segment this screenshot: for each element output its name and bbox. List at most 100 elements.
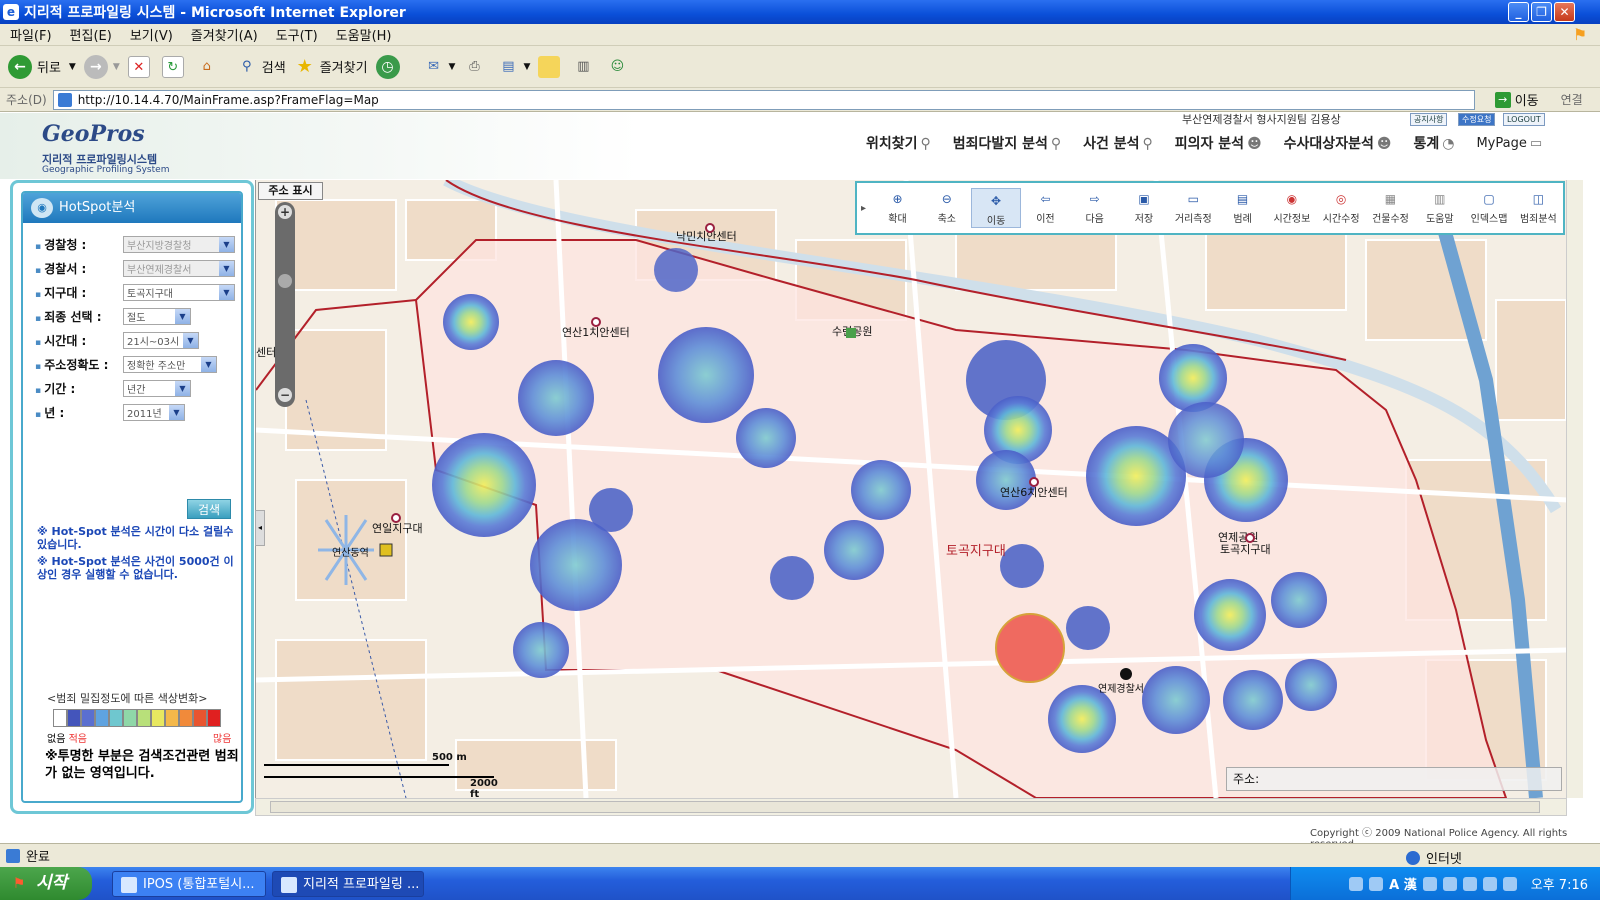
- menu-edit[interactable]: 편집(E): [70, 25, 112, 44]
- book-icon: ▥: [577, 58, 590, 74]
- zoom-slider[interactable]: + −: [275, 202, 295, 407]
- zoom-handle[interactable]: [278, 274, 292, 288]
- logout-button[interactable]: LOGOUT: [1503, 113, 1545, 126]
- zoom-in-icon[interactable]: +: [278, 205, 292, 219]
- forward-button[interactable]: → ▼: [83, 54, 120, 79]
- tool-index-map[interactable]: ▢ 인덱스맵: [1464, 191, 1513, 225]
- close-button[interactable]: ✕: [1554, 2, 1575, 22]
- chart-icon: ◔: [1442, 136, 1455, 152]
- minimize-button[interactable]: _: [1508, 2, 1529, 22]
- period-select[interactable]: 년간 ▼: [123, 379, 191, 397]
- notice-button[interactable]: 공지사항: [1410, 113, 1448, 126]
- discuss-button[interactable]: [538, 55, 564, 78]
- nav-statistics[interactable]: 통계 ◔: [1413, 133, 1454, 153]
- research-button[interactable]: ▥: [572, 56, 598, 78]
- task-ipos[interactable]: IPOS (통합포털시...: [112, 871, 266, 897]
- history-button[interactable]: ◷: [375, 54, 405, 79]
- district-select[interactable]: 토곡지구대 ▼: [123, 283, 235, 301]
- tool-previous[interactable]: ⇦ 이전: [1021, 191, 1070, 225]
- crime-type-select[interactable]: 절도 ▼: [123, 307, 191, 325]
- legend-swatch: [67, 709, 81, 727]
- ime-indicator[interactable]: A 漢: [1389, 874, 1417, 893]
- note-icon: [538, 55, 561, 78]
- tool-help[interactable]: ▥ 도움말: [1415, 191, 1464, 225]
- tool-building-edit[interactable]: ▦ 건물수정: [1366, 191, 1415, 225]
- print-button[interactable]: ⎙: [463, 56, 489, 78]
- nav-case-analysis[interactable]: 사건 분석 ⚲: [1083, 133, 1153, 153]
- menu-favorites[interactable]: 즐겨찾기(A): [191, 25, 258, 44]
- tray-icon[interactable]: [1462, 876, 1477, 891]
- window-titlebar: e 지리적 프로파일링 시스템 - Microsoft Internet Exp…: [0, 0, 1600, 24]
- task-geopros[interactable]: 지리적 프로파일링 ...: [272, 871, 424, 897]
- tray-icon[interactable]: [1369, 876, 1384, 891]
- police-agency-select[interactable]: 부산지방경찰청 ▼: [123, 235, 235, 253]
- horizontal-scrollbar[interactable]: [255, 798, 1567, 816]
- app-logo[interactable]: GeoPros: [42, 121, 145, 147]
- search-button[interactable]: 검색: [187, 499, 231, 519]
- tool-next[interactable]: ⇨ 다음: [1070, 191, 1119, 225]
- restore-button[interactable]: ❐: [1531, 2, 1552, 22]
- crime-analysis-icon: ◫: [1532, 192, 1545, 206]
- tool-zoom-out[interactable]: ⊖ 축소: [922, 191, 971, 225]
- note-limit: ※ Hot-Spot 분석은 사건이 5000건 이상인 경우 실행할 수 없습…: [37, 555, 234, 581]
- chevron-down-icon: ▼: [175, 380, 190, 396]
- tray-icon[interactable]: [1349, 876, 1364, 891]
- favorites-button[interactable]: ★ 즐겨찾기: [294, 56, 368, 78]
- menubar: 파일(F) 편집(E) 보기(V) 즐겨찾기(A) 도구(T) 도움말(H): [0, 24, 1600, 46]
- tray-icon[interactable]: [1422, 876, 1437, 891]
- nav-mypage[interactable]: MyPage ▭: [1476, 136, 1542, 151]
- start-button[interactable]: ⚑ 시작: [0, 867, 92, 900]
- nav-suspect-analysis[interactable]: 피의자 분석 ☻: [1175, 133, 1262, 153]
- search-button[interactable]: ⚲ 검색: [236, 56, 286, 78]
- home-button[interactable]: ⌂: [196, 56, 222, 78]
- nav-target-analysis[interactable]: 수사대상자분석 ☻: [1284, 133, 1392, 153]
- tool-time-info[interactable]: ◉ 시간정보: [1267, 191, 1316, 225]
- nav-location-search[interactable]: 위치찾기 ⚲: [866, 133, 931, 153]
- links-label[interactable]: 연결: [1561, 91, 1583, 108]
- forward-arrow-icon: →: [83, 54, 108, 79]
- messenger-button[interactable]: ☺: [606, 56, 632, 78]
- stop-button[interactable]: ✕: [127, 55, 154, 78]
- scroll-thumb[interactable]: [270, 801, 1540, 813]
- mail-button[interactable]: ✉ ▼: [423, 56, 455, 78]
- tool-measure[interactable]: ▭ 거리측정: [1169, 191, 1218, 225]
- edit-request-button[interactable]: 수정요청: [1458, 113, 1496, 126]
- refresh-button[interactable]: ↻: [161, 55, 188, 78]
- system-tray: A 漢 오후 7:16: [1290, 867, 1600, 900]
- tray-icon[interactable]: [1482, 876, 1497, 891]
- menu-help[interactable]: 도움말(H): [336, 25, 392, 44]
- svg-text:연산1치안센터: 연산1치안센터: [562, 326, 630, 339]
- tray-icon[interactable]: [1442, 876, 1457, 891]
- address-accuracy-select[interactable]: 정확한 주소만 ▼: [123, 355, 217, 373]
- toolbar-expand-icon[interactable]: ▸: [861, 203, 873, 214]
- tool-save[interactable]: ▣ 저장: [1119, 191, 1168, 225]
- tool-time-edit[interactable]: ◎ 시간수정: [1317, 191, 1366, 225]
- zoom-out-icon[interactable]: −: [278, 388, 292, 402]
- edit-button[interactable]: ▤ ▼: [497, 56, 530, 78]
- tool-crime-analysis[interactable]: ◫ 범죄분석: [1514, 191, 1563, 225]
- year-select[interactable]: 2011년 ▼: [123, 403, 185, 421]
- ie-icon: [121, 877, 137, 893]
- back-button[interactable]: ← 뒤로 ▼: [8, 54, 76, 79]
- clock[interactable]: 오후 7:16: [1531, 874, 1588, 893]
- address-display-toggle[interactable]: 주소 표시: [258, 182, 323, 200]
- tool-zoom-in[interactable]: ⊕ 확대: [873, 191, 922, 225]
- vertical-scrollbar[interactable]: [1566, 180, 1583, 798]
- menu-file[interactable]: 파일(F): [10, 25, 52, 44]
- tool-legend[interactable]: ▤ 범례: [1218, 191, 1267, 225]
- police-station-select[interactable]: 부산연제경찰서 ▼: [123, 259, 235, 277]
- status-bar: 완료 인터넷: [0, 843, 1600, 867]
- time-range-select[interactable]: 21시~03시 ▼: [123, 331, 199, 349]
- field-police-agency: 경찰청 :부산지방경찰청▼: [35, 235, 235, 253]
- map-canvas[interactable]: 낙민치안센터 연산1치안센터 수련공원 연산6치안센터 토곡지구대 연제공원 토…: [255, 180, 1567, 798]
- address-input[interactable]: http://10.14.4.70/MainFrame.asp?FrameFla…: [52, 89, 1475, 110]
- taskbar: ⚑ 시작 IPOS (통합포털시... 지리적 프로파일링 ... A 漢 오후 …: [0, 867, 1600, 900]
- menu-view[interactable]: 보기(V): [130, 25, 173, 44]
- tool-pan[interactable]: ✥ 이동: [971, 188, 1021, 228]
- menu-tools[interactable]: 도구(T): [276, 25, 318, 44]
- nav-hotspot-analysis[interactable]: 범죄다발지 분석 ⚲: [953, 133, 1061, 153]
- tray-icon[interactable]: [1502, 876, 1517, 891]
- go-button[interactable]: → 이동: [1494, 90, 1539, 109]
- chevron-down-icon: ▼: [219, 260, 234, 276]
- collapse-panel-button[interactable]: ◂: [255, 510, 265, 546]
